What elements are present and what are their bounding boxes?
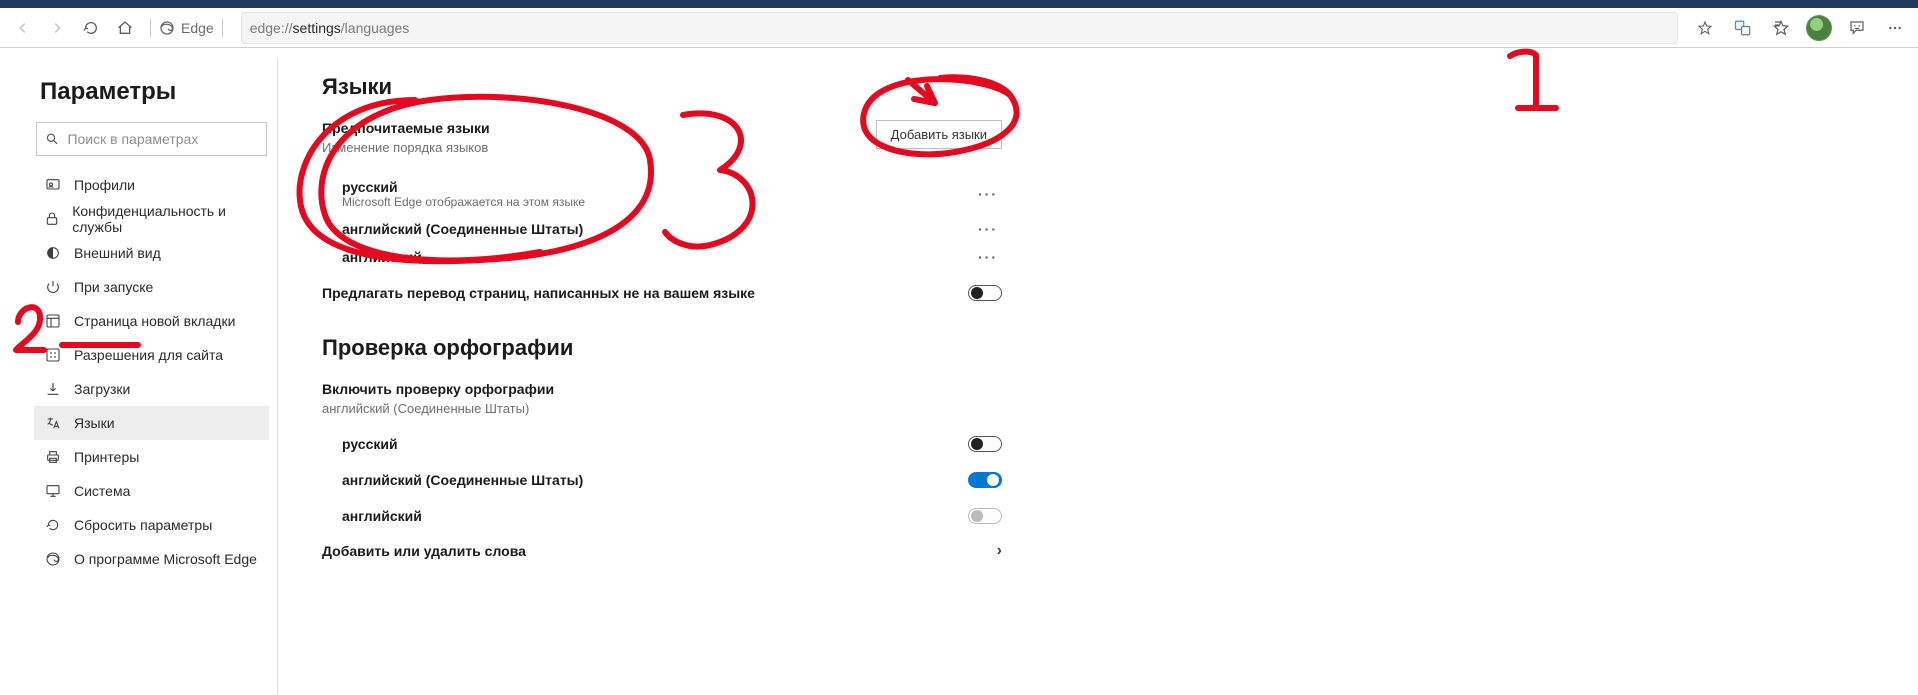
- refresh-button[interactable]: [74, 11, 108, 45]
- language-name: английский: [342, 249, 422, 265]
- settings-search[interactable]: [36, 122, 267, 156]
- nav-label: Языки: [74, 415, 115, 431]
- power-icon: [44, 279, 62, 295]
- spell-lang-name: английский: [342, 508, 422, 524]
- spell-lang-name: русский: [342, 436, 398, 452]
- language-name: русский: [342, 179, 585, 195]
- profile-button[interactable]: [1802, 11, 1836, 45]
- printer-icon: [44, 449, 62, 465]
- nav-label: О программе Microsoft Edge: [74, 551, 257, 567]
- chevron-right-icon: ›: [997, 542, 1002, 560]
- nav-label: Разрешения для сайта: [74, 347, 223, 363]
- settings-main: Языки Предпочитаемые языки Изменение пор…: [278, 58, 1918, 695]
- permissions-icon: [44, 347, 62, 363]
- offer-translate-label: Предлагать перевод страниц, написанных н…: [322, 285, 755, 301]
- lock-icon: [44, 211, 60, 227]
- add-remove-words-label: Добавить или удалить слова: [322, 543, 526, 559]
- back-button[interactable]: [6, 11, 40, 45]
- nav-label: Загрузки: [74, 381, 130, 397]
- url-section: settings: [293, 20, 341, 36]
- separator: [222, 18, 223, 38]
- settings-nav: Профили Конфиденциальность и службы Внеш…: [34, 168, 269, 576]
- menu-button[interactable]: [1878, 11, 1912, 45]
- appearance-icon: [44, 245, 62, 261]
- section-heading-languages: Языки: [322, 74, 1918, 100]
- toolbar-right: [1688, 11, 1912, 45]
- system-icon: [44, 483, 62, 499]
- language-name: английский (Соединенные Штаты): [342, 221, 583, 237]
- nav-label: Конфиденциальность и службы: [72, 203, 259, 235]
- favorite-button[interactable]: [1688, 11, 1722, 45]
- spell-toggle[interactable]: [968, 436, 1002, 452]
- nav-permissions[interactable]: Разрешения для сайта: [34, 338, 269, 372]
- download-icon: [44, 381, 62, 397]
- enable-spellcheck-label: Включить проверку орфографии: [322, 381, 1918, 397]
- settings-sidebar: Параметры Профили Конфиденциальность и с…: [0, 58, 278, 695]
- favorites-list-button[interactable]: [1764, 11, 1798, 45]
- app-label: Edge: [181, 20, 214, 36]
- feedback-button[interactable]: [1840, 11, 1874, 45]
- nav-system[interactable]: Система: [34, 474, 269, 508]
- browser-toolbar: Edge edge://settings/languages: [0, 8, 1918, 48]
- language-row: русский Microsoft Edge отображается на э…: [322, 173, 1002, 215]
- more-options-button[interactable]: ···: [974, 186, 1002, 202]
- language-row: английский (Соединенные Штаты) ···: [322, 215, 1002, 243]
- window-title-bar: [0, 0, 1918, 8]
- nav-startup[interactable]: При запуске: [34, 270, 269, 304]
- spell-toggle[interactable]: [968, 472, 1002, 488]
- nav-label: При запуске: [74, 279, 153, 295]
- nav-label: Сбросить параметры: [74, 517, 212, 533]
- grid-icon: [44, 313, 62, 329]
- address-bar[interactable]: edge://settings/languages: [241, 12, 1678, 44]
- offer-translate-toggle[interactable]: [968, 285, 1002, 301]
- url-suffix: /languages: [341, 20, 410, 36]
- nav-privacy[interactable]: Конфиденциальность и службы: [34, 202, 269, 236]
- section-heading-spellcheck: Проверка орфографии: [322, 335, 1918, 361]
- nav-about[interactable]: О программе Microsoft Edge: [34, 542, 269, 576]
- nav-downloads[interactable]: Загрузки: [34, 372, 269, 406]
- search-icon: [45, 131, 59, 147]
- language-sub: Microsoft Edge отображается на этом язык…: [342, 195, 585, 209]
- spell-row: русский: [322, 426, 1002, 462]
- edge-icon: [44, 551, 62, 567]
- edge-icon: [159, 20, 175, 36]
- enable-spellcheck-sub: английский (Соединенные Штаты): [322, 401, 1918, 416]
- separator: [150, 18, 151, 38]
- language-icon: [44, 415, 62, 431]
- url-prefix: edge://: [250, 20, 293, 36]
- spell-toggle[interactable]: [968, 508, 1002, 524]
- nav-languages[interactable]: Языки: [34, 406, 269, 440]
- reset-icon: [44, 517, 62, 533]
- nav-label: Система: [74, 483, 130, 499]
- nav-label: Внешний вид: [74, 245, 161, 261]
- spell-row: английский (Соединенные Штаты): [322, 462, 1002, 498]
- add-languages-button[interactable]: Добавить языки: [876, 120, 1002, 149]
- spell-row: английский: [322, 498, 1002, 534]
- home-button[interactable]: [108, 11, 142, 45]
- nav-label: Страница новой вкладки: [74, 313, 235, 329]
- nav-appearance[interactable]: Внешний вид: [34, 236, 269, 270]
- nav-newtab[interactable]: Страница новой вкладки: [34, 304, 269, 338]
- nav-reset[interactable]: Сбросить параметры: [34, 508, 269, 542]
- preferred-languages-sub: Изменение порядка языков: [322, 140, 490, 155]
- search-input[interactable]: [65, 130, 258, 148]
- spell-lang-name: английский (Соединенные Штаты): [342, 472, 583, 488]
- translate-icon[interactable]: [1726, 11, 1760, 45]
- sidebar-title: Параметры: [40, 78, 269, 106]
- avatar: [1806, 15, 1832, 41]
- preferred-languages-label: Предпочитаемые языки: [322, 120, 490, 136]
- nav-printers[interactable]: Принтеры: [34, 440, 269, 474]
- forward-button[interactable]: [40, 11, 74, 45]
- more-options-button[interactable]: ···: [974, 249, 1002, 265]
- add-remove-words-row[interactable]: Добавить или удалить слова ›: [322, 542, 1002, 560]
- profile-icon: [44, 177, 62, 193]
- site-identity[interactable]: Edge: [159, 20, 214, 36]
- more-options-button[interactable]: ···: [974, 221, 1002, 237]
- nav-label: Профили: [74, 177, 135, 193]
- nav-profiles[interactable]: Профили: [34, 168, 269, 202]
- nav-label: Принтеры: [74, 449, 139, 465]
- language-row: английский ···: [322, 243, 1002, 271]
